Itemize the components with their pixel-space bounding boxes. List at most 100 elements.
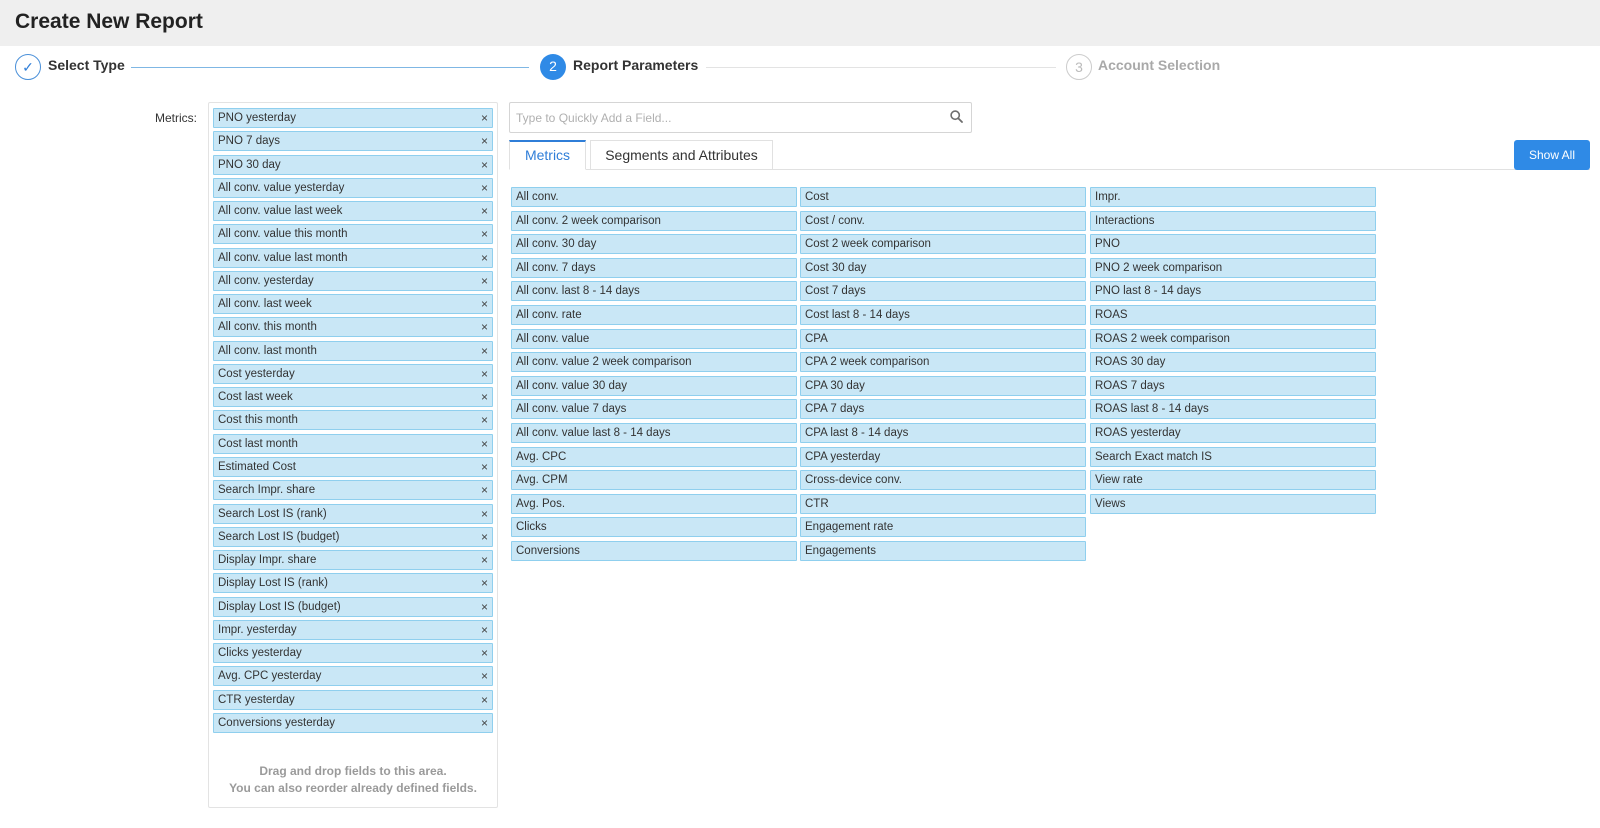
available-field[interactable]: All conv. value 2 week comparison — [511, 352, 797, 373]
tab-segments-and-attributes[interactable]: Segments and Attributes — [590, 140, 773, 170]
available-field[interactable]: Cost / conv. — [800, 210, 1086, 231]
selected-metric-chip[interactable]: Cost last week × — [213, 387, 493, 408]
selected-metric-chip[interactable]: All conv. value last month × — [213, 247, 493, 268]
remove-icon[interactable]: × — [481, 644, 488, 662]
remove-icon[interactable]: × — [481, 272, 488, 290]
selected-metric-chip[interactable]: Clicks yesterday × — [213, 643, 493, 664]
available-field[interactable]: CPA — [800, 328, 1086, 349]
selected-metric-chip[interactable]: CTR yesterday × — [213, 689, 493, 710]
quick-add-input[interactable] — [516, 104, 936, 131]
remove-icon[interactable]: × — [481, 667, 488, 685]
available-field[interactable]: All conv. — [511, 187, 797, 207]
remove-icon[interactable]: × — [481, 365, 488, 383]
remove-icon[interactable]: × — [481, 551, 488, 569]
selected-metric-chip[interactable]: All conv. this month × — [213, 317, 493, 338]
selected-metric-chip[interactable]: All conv. last week × — [213, 294, 493, 315]
remove-icon[interactable]: × — [481, 714, 488, 732]
available-field[interactable]: Engagements — [800, 540, 1086, 561]
selected-metric-chip[interactable]: Cost this month × — [213, 410, 493, 431]
selected-metric-chip[interactable]: PNO yesterday × — [213, 108, 493, 128]
available-field[interactable]: ROAS yesterday — [1090, 422, 1376, 443]
available-field[interactable]: ROAS 30 day — [1090, 352, 1376, 373]
remove-icon[interactable]: × — [481, 528, 488, 546]
available-field[interactable]: Cost 30 day — [800, 257, 1086, 278]
remove-icon[interactable]: × — [481, 505, 488, 523]
available-field[interactable]: PNO 2 week comparison — [1090, 257, 1376, 278]
available-field[interactable]: All conv. value 30 day — [511, 375, 797, 396]
show-all-button[interactable]: Show All — [1514, 140, 1590, 170]
available-field[interactable]: Engagement rate — [800, 517, 1086, 538]
remove-icon[interactable]: × — [481, 435, 488, 453]
available-field[interactable]: PNO last 8 - 14 days — [1090, 281, 1376, 302]
selected-metric-chip[interactable]: Avg. CPC yesterday × — [213, 666, 493, 687]
available-field[interactable]: All conv. rate — [511, 304, 797, 325]
available-field[interactable]: ROAS last 8 - 14 days — [1090, 399, 1376, 420]
available-field[interactable]: CPA 30 day — [800, 375, 1086, 396]
available-field[interactable]: View rate — [1090, 470, 1376, 491]
available-field[interactable]: Cross-device conv. — [800, 470, 1086, 491]
selected-metric-chip[interactable]: Cost yesterday × — [213, 363, 493, 384]
remove-icon[interactable]: × — [481, 249, 488, 267]
available-field[interactable]: Cost 7 days — [800, 281, 1086, 302]
available-field[interactable]: Avg. Pos. — [511, 493, 797, 514]
remove-icon[interactable]: × — [481, 202, 488, 220]
available-field[interactable]: Cost 2 week comparison — [800, 234, 1086, 255]
remove-icon[interactable]: × — [481, 318, 488, 336]
available-field[interactable]: All conv. 7 days — [511, 257, 797, 278]
selected-metric-chip[interactable]: All conv. last month × — [213, 340, 493, 361]
selected-metric-chip[interactable]: Display Lost IS (budget) × — [213, 596, 493, 617]
selected-metric-chip[interactable]: PNO 30 day × — [213, 154, 493, 175]
selected-metric-chip[interactable]: Estimated Cost × — [213, 456, 493, 477]
search-icon[interactable] — [950, 110, 963, 123]
selected-metric-chip[interactable]: Search Lost IS (rank) × — [213, 503, 493, 524]
selected-metric-chip[interactable]: All conv. value last week × — [213, 201, 493, 222]
selected-metric-chip[interactable]: Cost last month × — [213, 433, 493, 454]
tab-metrics[interactable]: Metrics — [509, 140, 586, 170]
available-field[interactable]: All conv. value 7 days — [511, 399, 797, 420]
selected-metric-chip[interactable]: PNO 7 days × — [213, 131, 493, 152]
selected-metric-chip[interactable]: Conversions yesterday × — [213, 712, 493, 733]
available-field[interactable]: Interactions — [1090, 210, 1376, 231]
remove-icon[interactable]: × — [481, 295, 488, 313]
available-field[interactable]: All conv. 30 day — [511, 234, 797, 255]
selected-metric-chip[interactable]: Display Impr. share × — [213, 550, 493, 571]
remove-icon[interactable]: × — [481, 574, 488, 592]
available-field[interactable]: ROAS 2 week comparison — [1090, 328, 1376, 349]
available-field[interactable]: PNO — [1090, 234, 1376, 255]
remove-icon[interactable]: × — [481, 156, 488, 174]
available-field[interactable]: Cost last 8 - 14 days — [800, 304, 1086, 325]
remove-icon[interactable]: × — [481, 109, 488, 127]
available-field[interactable]: All conv. value last 8 - 14 days — [511, 422, 797, 443]
available-field[interactable]: CPA yesterday — [800, 446, 1086, 467]
selected-metric-chip[interactable]: Impr. yesterday × — [213, 619, 493, 640]
available-field[interactable]: Impr. — [1090, 187, 1376, 207]
available-field[interactable]: All conv. value — [511, 328, 797, 349]
available-field[interactable]: Clicks — [511, 517, 797, 538]
available-field[interactable]: Avg. CPC — [511, 446, 797, 467]
available-field[interactable]: ROAS — [1090, 304, 1376, 325]
selected-metric-chip[interactable]: Display Lost IS (rank) × — [213, 573, 493, 594]
remove-icon[interactable]: × — [481, 225, 488, 243]
available-field[interactable]: ROAS 7 days — [1090, 375, 1376, 396]
available-field[interactable]: CPA last 8 - 14 days — [800, 422, 1086, 443]
selected-metric-chip[interactable]: Search Impr. share × — [213, 480, 493, 501]
remove-icon[interactable]: × — [481, 132, 488, 150]
selected-metric-chip[interactable]: All conv. yesterday × — [213, 270, 493, 291]
selected-metric-chip[interactable]: All conv. value this month × — [213, 224, 493, 245]
remove-icon[interactable]: × — [481, 481, 488, 499]
available-field[interactable]: All conv. 2 week comparison — [511, 210, 797, 231]
available-field[interactable]: Conversions — [511, 540, 797, 561]
remove-icon[interactable]: × — [481, 691, 488, 709]
available-field[interactable]: Avg. CPM — [511, 470, 797, 491]
remove-icon[interactable]: × — [481, 621, 488, 639]
available-field[interactable]: Search Exact match IS — [1090, 446, 1376, 467]
remove-icon[interactable]: × — [481, 598, 488, 616]
selected-metric-chip[interactable]: All conv. value yesterday × — [213, 177, 493, 198]
available-field[interactable]: Cost — [800, 187, 1086, 207]
remove-icon[interactable]: × — [481, 458, 488, 476]
available-field[interactable]: CPA 2 week comparison — [800, 352, 1086, 373]
remove-icon[interactable]: × — [481, 411, 488, 429]
available-field[interactable]: All conv. last 8 - 14 days — [511, 281, 797, 302]
selected-metrics-dropzone[interactable]: PNO yesterday × PNO 7 days × PNO 30 day × All … — [208, 102, 498, 808]
remove-icon[interactable]: × — [481, 388, 488, 406]
